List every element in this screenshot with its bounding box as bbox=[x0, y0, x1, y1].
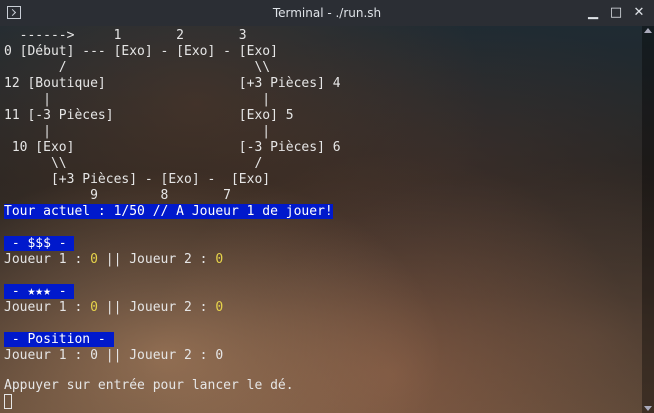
turn-status: Tour actuel : 1/50 // A Joueur 1 de joue… bbox=[4, 204, 333, 220]
money-separator: || bbox=[97, 252, 130, 267]
board-row: \\ / bbox=[4, 156, 263, 171]
scroll-up-icon[interactable] bbox=[644, 28, 652, 33]
board-row: 0 [Début] --- [Exo] - [Exo] - [Exo] bbox=[4, 44, 278, 59]
board-row: 12 [Boutique] [+3 Pièces] 4 bbox=[4, 76, 341, 91]
board-row: 10 [Exo] [-3 Pièces] 6 bbox=[4, 140, 341, 155]
close-icon[interactable]: ✕ bbox=[630, 4, 648, 22]
board-row: [+3 Pièces] - [Exo] - [Exo] bbox=[4, 172, 271, 187]
maximize-icon[interactable]: □ bbox=[607, 4, 625, 22]
minimize-icon[interactable]: ▁ bbox=[584, 4, 602, 22]
board-row: 9 8 7 bbox=[4, 188, 231, 203]
turn-status-text: Tour actuel : 1/50 // A Joueur 1 de joue… bbox=[4, 204, 333, 219]
stars-header-label: - ★★★ - bbox=[4, 284, 75, 299]
stars-scores: Joueur 1 : 0 || Joueur 2 : 0 bbox=[4, 300, 223, 316]
position-scores: Joueur 1 : 0 || Joueur 2 : 0 bbox=[4, 348, 224, 363]
position-header-label: - Position - bbox=[4, 332, 114, 347]
money-header-label: - $$$ - bbox=[4, 236, 75, 251]
board-row: / \\ bbox=[4, 60, 271, 75]
stars-separator: || bbox=[97, 300, 130, 315]
stars-header: - ★★★ - bbox=[4, 284, 75, 300]
title-bar[interactable]: Terminal - ./run.sh ▁ □ ✕ bbox=[0, 0, 654, 26]
stars-p1-label: Joueur 1 : bbox=[4, 300, 91, 315]
window-title: Terminal - ./run.sh bbox=[272, 6, 382, 20]
money-header: - $$$ - bbox=[4, 236, 75, 252]
roll-prompt: Appuyer sur entrée pour lancer le dé. bbox=[4, 378, 294, 393]
board-row: | | bbox=[4, 124, 271, 139]
money-p2-label: Joueur 2 : bbox=[129, 252, 216, 267]
stars-p2-label: Joueur 2 : bbox=[129, 300, 216, 315]
board-row: 11 [-3 Pièces] [Exo] 5 bbox=[4, 108, 294, 123]
board-row: | | bbox=[4, 92, 271, 107]
text-cursor bbox=[4, 394, 12, 409]
terminal-output[interactable]: ------> 1 2 3 0 [Début] --- [Exo] - [Exo… bbox=[0, 26, 654, 413]
money-scores: Joueur 1 : 0 || Joueur 2 : 0 bbox=[4, 252, 223, 268]
scrollbar[interactable] bbox=[642, 26, 654, 413]
money-p1-label: Joueur 1 : bbox=[4, 252, 91, 267]
money-p1-value: 0 bbox=[90, 252, 98, 267]
position-header: - Position - bbox=[4, 332, 114, 348]
terminal-window: Terminal - ./run.sh ▁ □ ✕ ------> 1 2 3 … bbox=[0, 0, 654, 413]
board-row: ------> 1 2 3 bbox=[4, 28, 247, 43]
money-p2-value: 0 bbox=[215, 252, 224, 267]
stars-p1-value: 0 bbox=[90, 300, 98, 315]
scroll-down-icon[interactable] bbox=[644, 406, 652, 411]
stars-p2-value: 0 bbox=[215, 300, 224, 315]
